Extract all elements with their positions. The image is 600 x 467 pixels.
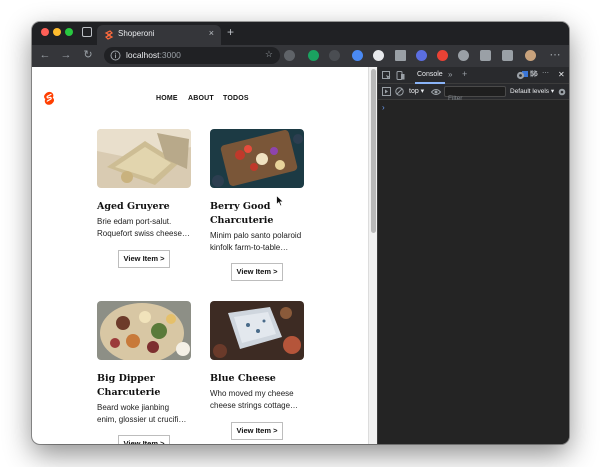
- product-title: Blue Cheese: [210, 373, 276, 384]
- console-prompt-icon[interactable]: ›: [382, 103, 385, 112]
- page-favicon-icon: [104, 30, 114, 40]
- view-item-button[interactable]: View Item >: [231, 263, 283, 281]
- customize-icon[interactable]: ⛓: [529, 70, 538, 78]
- product-description-line: kinfolk farm-to-table…: [210, 243, 289, 252]
- nav-link-todos[interactable]: TODOS: [223, 95, 249, 102]
- console-toolbar: top ▾ Default levels ▾: [378, 84, 569, 103]
- bookmark-star-icon[interactable]: ☆: [265, 49, 273, 60]
- context-select[interactable]: top ▾: [409, 87, 424, 95]
- window-maximize-button[interactable]: [65, 28, 73, 36]
- add-panel-button[interactable]: +: [462, 69, 467, 79]
- inspect-element-icon[interactable]: [382, 71, 391, 80]
- mouse-cursor-icon: [276, 195, 285, 207]
- product-title-line: Big Dipper: [97, 373, 155, 384]
- settings-gear-icon[interactable]: [516, 71, 525, 80]
- product-description-line: cheese strings cottage…: [210, 401, 299, 410]
- device-toolbar-icon[interactable]: [396, 71, 405, 80]
- log-levels-value: Default levels: [510, 88, 550, 95]
- extension-icon[interactable]: [395, 50, 406, 61]
- console-settings-gear-icon[interactable]: [558, 88, 566, 96]
- product-title: Berry Good Charcuterie: [210, 200, 320, 228]
- more-tabs-icon[interactable]: »: [448, 70, 452, 79]
- product-image-blue-cheese[interactable]: [210, 301, 304, 360]
- reload-icon[interactable]: ↻: [81, 48, 95, 62]
- window-minimize-button[interactable]: [53, 28, 61, 36]
- product-description-line: Beard woke jianbing: [97, 403, 170, 412]
- product-title: Aged Gruyere: [97, 201, 170, 212]
- tab-actions-icon[interactable]: [82, 27, 92, 37]
- devtools-tab-bar: Console » + 56 ⛓ ⋯ ✕: [378, 67, 569, 84]
- extension-icon[interactable]: [437, 50, 448, 61]
- devtools-close-icon[interactable]: ✕: [558, 70, 565, 79]
- site-info-icon[interactable]: [110, 50, 121, 61]
- tab-console[interactable]: Console: [415, 71, 445, 84]
- extension-icon[interactable]: [458, 50, 469, 61]
- extension-icon[interactable]: [373, 50, 384, 61]
- filter-field[interactable]: [445, 94, 505, 103]
- product-description-line: Minim palo santo polaroid: [210, 231, 302, 240]
- browser-toolbar: ← → ↻ localhost:3000 ☆ ⋯: [32, 45, 569, 67]
- tab-strip: Shoperoni × +: [32, 22, 569, 45]
- context-select-value: top: [409, 88, 419, 95]
- extension-icon[interactable]: [329, 50, 340, 61]
- url-port: :3000: [159, 50, 181, 60]
- back-arrow-icon[interactable]: ←: [38, 48, 52, 62]
- product-description-line: enim, glossier ut crucifi…: [97, 415, 187, 424]
- live-expression-eye-icon[interactable]: [431, 88, 441, 96]
- site-nav: HOME ABOUT TODOS: [32, 67, 368, 107]
- view-item-button[interactable]: View Item >: [118, 250, 170, 268]
- product-title-line: Berry Good: [210, 201, 271, 212]
- page-scrollbar[interactable]: [368, 67, 377, 444]
- extension-icon[interactable]: [502, 50, 513, 61]
- console-filter-input[interactable]: [444, 86, 506, 103]
- view-item-button[interactable]: View Item >: [231, 422, 283, 440]
- product-description: Who moved my cheese cheese strings cotta…: [210, 388, 310, 412]
- console-sidebar-icon[interactable]: [382, 87, 391, 96]
- product-title-line: Charcuterie: [210, 215, 274, 226]
- profile-avatar[interactable]: [525, 50, 536, 61]
- extension-icon[interactable]: [284, 50, 295, 61]
- product-description: Brie edam port-salut. Roquefort swiss ch…: [97, 216, 197, 240]
- product-title: Big Dipper Charcuterie: [97, 372, 207, 400]
- nav-link-home[interactable]: HOME: [156, 95, 178, 102]
- url-host: localhost: [126, 50, 160, 60]
- page-scrollbar-thumb[interactable]: [371, 69, 376, 233]
- product-description-line: Roquefort swiss cheese…: [97, 229, 190, 238]
- log-levels-select[interactable]: Default levels ▾: [510, 87, 554, 95]
- tab-close-icon[interactable]: ×: [209, 28, 214, 38]
- browser-window: Shoperoni × + ← → ↻ localhost:3000 ☆ ⋯ H…: [32, 22, 569, 444]
- url-text: localhost:3000: [126, 50, 181, 60]
- product-description-line: Who moved my cheese: [210, 389, 294, 398]
- new-tab-button[interactable]: +: [227, 25, 234, 39]
- view-item-button[interactable]: View Item >: [118, 435, 170, 444]
- product-image-big-dipper-charcuterie[interactable]: [97, 301, 191, 360]
- browser-menu-icon[interactable]: ⋯: [548, 48, 562, 62]
- product-description: Minim palo santo polaroid kinfolk farm-t…: [210, 230, 310, 254]
- page-viewport: HOME ABOUT TODOS Aged Gruyere Brie edam …: [32, 67, 368, 444]
- devtools-menu-icon[interactable]: ⋯: [542, 69, 549, 77]
- address-bar[interactable]: localhost:3000 ☆: [104, 47, 280, 64]
- tab-title: Shoperoni: [118, 29, 155, 38]
- extension-icon[interactable]: [308, 50, 319, 61]
- product-image-aged-gruyere[interactable]: [97, 129, 191, 188]
- product-image-berry-good-charcuterie[interactable]: [210, 129, 304, 188]
- forward-arrow-icon[interactable]: →: [59, 48, 73, 62]
- window-close-button[interactable]: [41, 28, 49, 36]
- extension-icon[interactable]: [416, 50, 427, 61]
- extension-icon[interactable]: [480, 50, 491, 61]
- product-description: Beard woke jianbing enim, glossier ut cr…: [97, 402, 197, 426]
- nav-link-about[interactable]: ABOUT: [188, 95, 214, 102]
- clear-console-icon[interactable]: [395, 87, 404, 96]
- devtools-panel: Console » + 56 ⛓ ⋯ ✕ top ▾ Filter Defaul…: [377, 67, 569, 444]
- browser-tab[interactable]: Shoperoni ×: [97, 25, 221, 45]
- svelte-logo-icon[interactable]: [42, 90, 56, 108]
- product-title-line: Charcuterie: [97, 387, 161, 398]
- product-description-line: Brie edam port-salut.: [97, 217, 172, 226]
- extension-icon[interactable]: [352, 50, 363, 61]
